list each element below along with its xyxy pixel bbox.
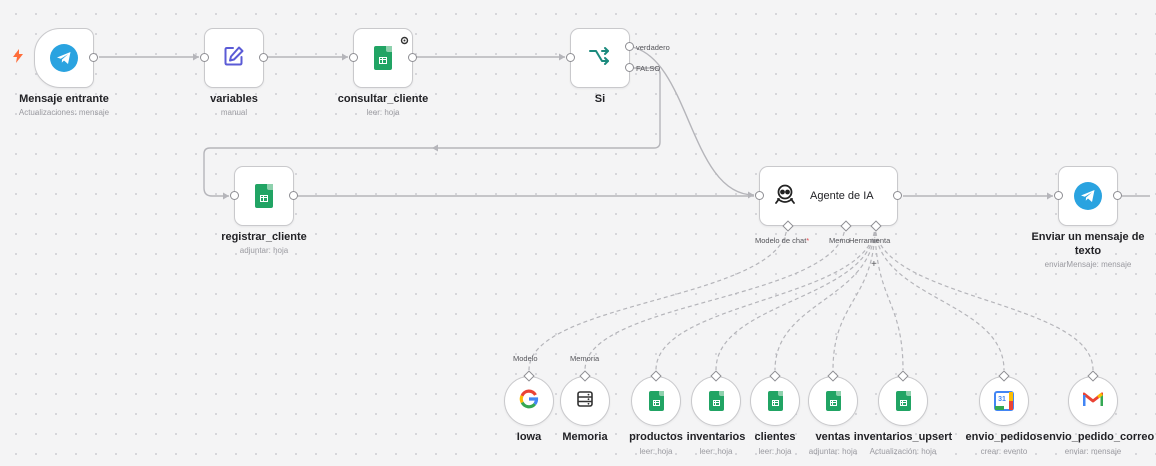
input-port[interactable]	[230, 191, 239, 200]
subnode-inventarios-upsert[interactable]	[878, 370, 928, 426]
memory-connector[interactable]	[840, 220, 852, 232]
add-tool-button[interactable]: +	[871, 259, 877, 270]
google-calendar-icon: 31	[994, 391, 1014, 411]
google-sheets-icon	[255, 184, 273, 208]
settings-corner-icon[interactable]	[400, 32, 409, 50]
node-title: consultar_cliente	[337, 93, 429, 105]
node-agente-ia[interactable]: Agente de IA	[755, 166, 902, 232]
subnode-title: envio_pedidos	[965, 431, 1043, 443]
node-subtitle: Actualizaciones: mensaje	[18, 108, 110, 117]
database-icon	[576, 390, 594, 413]
node-subtitle: leer: hoja	[366, 108, 400, 117]
subnode-iowa[interactable]	[504, 370, 554, 426]
subnode-title: envio_pedido_correo	[1043, 431, 1155, 443]
subnode-memoria[interactable]	[560, 370, 610, 426]
google-sheets-icon	[648, 391, 664, 411]
node-title: Mensaje entrante	[19, 93, 109, 105]
subnode-title: Memoria	[562, 431, 608, 443]
node-title: Agente de IA	[810, 190, 874, 202]
false-output-port[interactable]	[625, 63, 634, 72]
tool-port-label: Herramienta	[849, 236, 891, 245]
connector[interactable]	[579, 370, 591, 382]
output-port[interactable]	[893, 191, 902, 200]
subnode-envio-pedido-correo[interactable]	[1068, 370, 1118, 426]
node-mensaje-entrante[interactable]	[34, 28, 98, 88]
connector[interactable]	[523, 370, 535, 382]
gmail-icon	[1082, 391, 1104, 412]
robot-icon	[774, 183, 796, 210]
subnode-subtitle: crear: evento	[980, 447, 1028, 456]
subnode-productos[interactable]	[631, 370, 681, 426]
google-sheets-icon	[708, 391, 724, 411]
output-port[interactable]	[408, 53, 417, 62]
node-enviar-mensaje[interactable]	[1054, 166, 1122, 226]
chat-model-connector[interactable]	[782, 220, 794, 232]
connector[interactable]	[827, 370, 839, 382]
subnode-inventarios[interactable]	[691, 370, 741, 426]
node-consultar-cliente[interactable]	[349, 28, 417, 88]
branch-icon	[588, 46, 612, 71]
subnode-ventas[interactable]	[808, 370, 858, 426]
false-branch-label: FALSO	[636, 64, 661, 73]
sub-connections	[528, 224, 1094, 371]
connector[interactable]	[1087, 370, 1099, 382]
telegram-icon	[1074, 182, 1102, 210]
input-port[interactable]	[200, 53, 209, 62]
output-port[interactable]	[289, 191, 298, 200]
google-sheets-icon	[374, 46, 392, 70]
memory-slot-label: Memoria	[570, 354, 600, 363]
node-title: variables	[210, 93, 258, 105]
subnode-subtitle: enviar: mensaje	[1064, 447, 1122, 456]
input-port[interactable]	[1054, 191, 1063, 200]
edit-pencil-icon	[223, 45, 245, 72]
model-slot-label: Modelo	[513, 354, 538, 363]
subnode-clientes[interactable]	[750, 370, 800, 426]
google-icon	[519, 389, 539, 414]
node-title: Si	[594, 93, 606, 105]
true-branch-label: verdadero	[636, 43, 670, 52]
node-title-line2: texto	[1074, 245, 1102, 257]
output-port[interactable]	[89, 53, 98, 62]
connector[interactable]	[710, 370, 722, 382]
connector[interactable]	[650, 370, 662, 382]
true-output-port[interactable]	[625, 42, 634, 51]
node-title: registrar_cliente	[221, 231, 307, 243]
output-port[interactable]	[1113, 191, 1122, 200]
tool-connector[interactable]	[870, 220, 882, 232]
trigger-bolt-icon	[12, 49, 24, 68]
subnode-subtitle: Actualización: hoja	[869, 447, 937, 456]
node-subtitle: enviarMensaje: mensaje	[1044, 260, 1132, 269]
connector[interactable]	[998, 370, 1010, 382]
node-subtitle: adjuntar: hoja	[239, 246, 289, 255]
memory-port-label: Memo	[829, 236, 850, 245]
input-port[interactable]	[566, 53, 575, 62]
input-port[interactable]	[349, 53, 358, 62]
google-sheets-icon	[895, 391, 911, 411]
connector[interactable]	[769, 370, 781, 382]
node-variables[interactable]	[200, 28, 268, 88]
subnode-envio-pedidos[interactable]: 31	[979, 370, 1029, 426]
subnode-title: inventarios_upsert	[853, 431, 953, 443]
google-sheets-icon	[825, 391, 841, 411]
connector[interactable]	[897, 370, 909, 382]
workflow-canvas[interactable]: Mensaje entrante Actualizaciones: mensaj…	[0, 0, 1156, 466]
chat-model-port-label: Modelo de chat*	[755, 236, 810, 245]
input-port[interactable]	[755, 191, 764, 200]
node-si[interactable]	[566, 28, 634, 88]
output-port[interactable]	[259, 53, 268, 62]
node-subtitle: manual	[220, 108, 248, 117]
node-registrar-cliente[interactable]	[230, 166, 298, 226]
node-title: Enviar un mensaje de	[1031, 231, 1145, 243]
telegram-icon	[50, 44, 78, 72]
google-sheets-icon	[767, 391, 783, 411]
